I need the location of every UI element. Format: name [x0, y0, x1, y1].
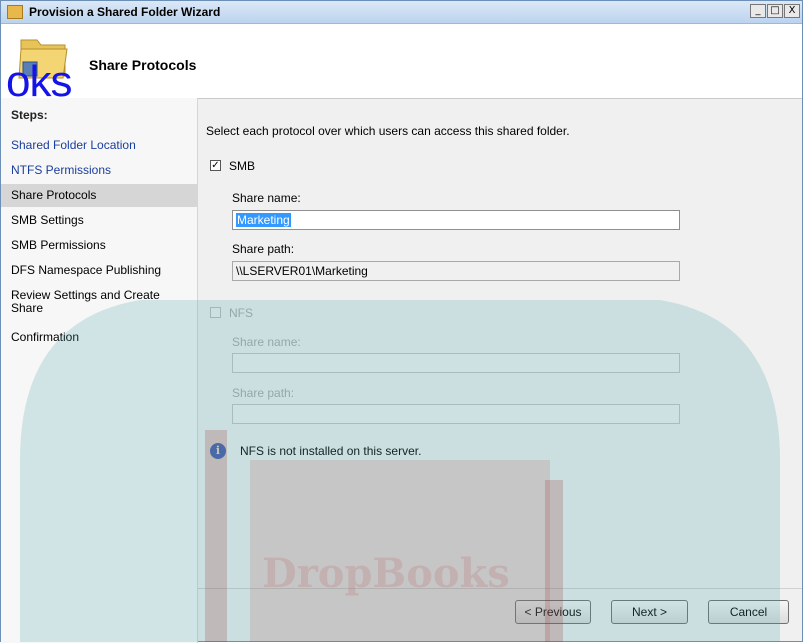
window-title: Provision a Shared Folder Wizard: [29, 5, 221, 19]
page-title: Share Protocols: [89, 57, 197, 73]
previous-button[interactable]: < Previous: [515, 600, 591, 624]
cancel-button[interactable]: Cancel: [708, 600, 789, 624]
steps-panel: Steps: Shared Folder Location NTFS Permi…: [1, 98, 198, 643]
wizard-footer: < Previous Next > Cancel: [198, 588, 802, 642]
wizard-header: Share Protocols: [1, 24, 802, 99]
smb-checkbox[interactable]: ✓: [210, 160, 221, 171]
nfs-share-name-input[interactable]: [232, 353, 680, 373]
step-review-settings: Review Settings and Create Share: [11, 288, 160, 315]
instruction-text: Select each protocol over which users ca…: [206, 124, 570, 138]
title-bar[interactable]: Provision a Shared Folder Wizard _ □ X: [1, 1, 802, 24]
smb-share-path-field: \\LSERVER01\Marketing: [232, 261, 680, 281]
step-confirmation: Confirmation: [11, 330, 80, 344]
nfs-share-path-label: Share path:: [232, 386, 295, 400]
smb-share-name-label: Share name:: [232, 191, 301, 205]
maximize-button[interactable]: □: [767, 4, 783, 18]
wizard-window: Provision a Shared Folder Wizard _ □ X S…: [0, 0, 803, 643]
window-controls: _ □ X: [750, 4, 800, 18]
next-button[interactable]: Next >: [611, 600, 688, 624]
step-ntfs-permissions[interactable]: NTFS Permissions: [1, 159, 197, 182]
minimize-button[interactable]: _: [750, 4, 766, 18]
wizard-app-icon: [7, 5, 23, 19]
smb-share-path-label: Share path:: [232, 242, 295, 256]
steps-heading: Steps:: [11, 108, 48, 122]
smb-label: SMB: [229, 159, 256, 173]
nfs-share-path-input[interactable]: [232, 404, 680, 424]
step-smb-settings: SMB Settings: [11, 213, 84, 227]
close-button[interactable]: X: [784, 4, 800, 18]
step-shared-folder-location[interactable]: Shared Folder Location: [1, 134, 197, 157]
nfs-share-name-label: Share name:: [232, 335, 301, 349]
smb-share-name-value: Marketing: [236, 213, 291, 227]
step-dfs-namespace-publishing: DFS Namespace Publishing: [11, 263, 162, 277]
step-share-protocols: Share Protocols: [1, 184, 197, 207]
smb-share-name-input[interactable]: Marketing: [232, 210, 680, 230]
main-content: Select each protocol over which users ca…: [198, 98, 802, 588]
info-message: NFS is not installed on this server.: [240, 444, 422, 458]
nfs-checkbox[interactable]: [210, 307, 221, 318]
info-icon: i: [210, 443, 226, 459]
folder-icon: [18, 39, 68, 79]
step-smb-permissions: SMB Permissions: [11, 238, 106, 252]
nfs-label: NFS: [229, 306, 253, 320]
